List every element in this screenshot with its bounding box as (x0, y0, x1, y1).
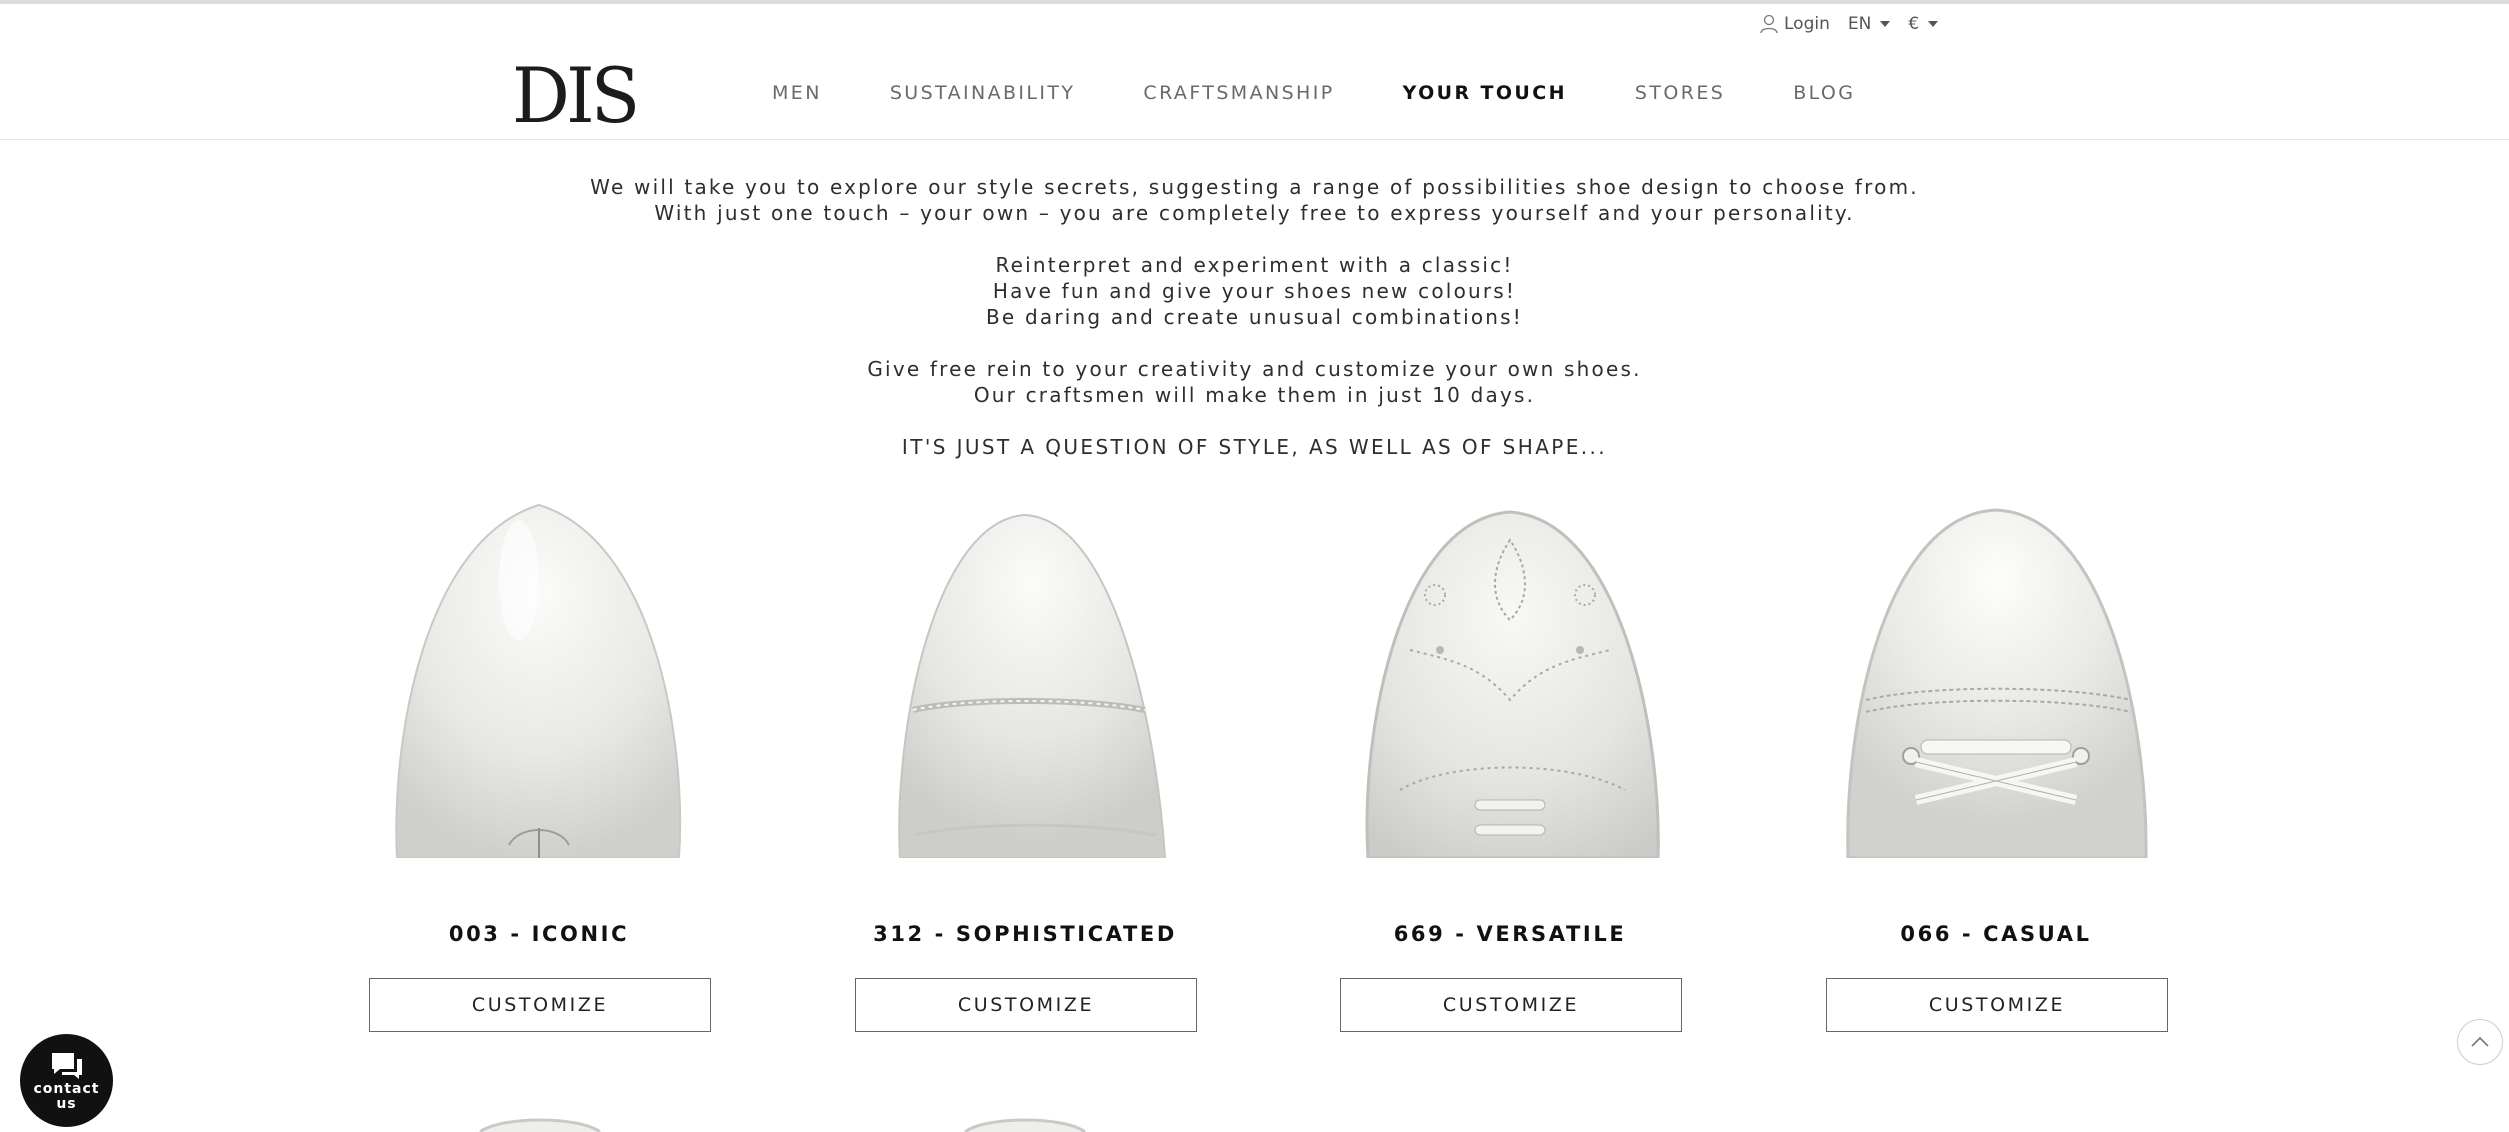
chevron-up-icon (2471, 1036, 2489, 1047)
nav-item-sustainability[interactable]: SUSTAINABILITY (890, 82, 1076, 104)
language-value: EN (1847, 14, 1872, 34)
tagline: IT'S JUST A QUESTION OF STYLE, AS WELL A… (901, 435, 1608, 459)
intro-line: Reinterpret and experiment with a classi… (995, 253, 1514, 277)
shoe-image (395, 503, 682, 858)
chevron-down-icon (1928, 21, 1939, 27)
next-row-shoe-peek (955, 1112, 1095, 1132)
intro-line: We will take you to explore our style se… (590, 175, 1919, 199)
customize-button[interactable]: CUSTOMIZE (369, 978, 711, 1032)
intro-paragraph-3: Give free rein to your creativity and cu… (0, 356, 2509, 408)
shoe-image (1365, 510, 1660, 858)
site-header: DIS MEN SUSTAINABILITY CRAFTSMANSHIP YOU… (0, 40, 2509, 140)
customize-button[interactable]: CUSTOMIZE (855, 978, 1197, 1032)
nav-item-your-touch[interactable]: YOUR TOUCH (1403, 82, 1567, 104)
currency-selector[interactable]: € (1908, 14, 1939, 34)
brand-logo[interactable]: DIS (512, 58, 640, 134)
intro-line: Our craftsmen will make them in just 10 … (973, 383, 1536, 407)
contact-us-button[interactable]: contact us (20, 1034, 113, 1127)
login-label: Login (1784, 14, 1830, 34)
intro-paragraph-2: Reinterpret and experiment with a classi… (0, 252, 2509, 330)
nav-item-craftsmanship[interactable]: CRAFTSMANSHIP (1143, 82, 1334, 104)
shoe-image (898, 513, 1167, 858)
currency-value: € (1908, 14, 1920, 34)
product-title: 003 - ICONIC (448, 922, 630, 946)
shoe-image (479, 1118, 601, 1132)
shoe-image-versatile[interactable] (1340, 500, 1680, 858)
intro-paragraph-1: We will take you to explore our style se… (0, 174, 2509, 226)
back-to-top-button[interactable] (2457, 1019, 2503, 1065)
contact-label: contact (33, 1080, 100, 1097)
login-link[interactable]: Login (1760, 14, 1830, 34)
customize-button[interactable]: CUSTOMIZE (1340, 978, 1682, 1032)
shoe-image-iconic[interactable] (369, 500, 709, 858)
chevron-down-icon (1880, 21, 1891, 27)
user-icon (1760, 14, 1778, 34)
customize-button[interactable]: CUSTOMIZE (1826, 978, 2168, 1032)
product-title: 669 - VERSATILE (1393, 922, 1627, 946)
main-nav: MEN SUSTAINABILITY CRAFTSMANSHIP YOUR TO… (772, 82, 1855, 104)
shoe-image (1846, 508, 2148, 858)
intro-line: Give free rein to your creativity and cu… (867, 357, 1642, 381)
contact-label: us (56, 1095, 77, 1112)
next-row-shoe-peek (470, 1112, 610, 1132)
chat-icon (51, 1052, 82, 1079)
intro-line: Be daring and create unusual combination… (985, 305, 1523, 329)
nav-item-stores[interactable]: STORES (1635, 82, 1725, 104)
intro-line: Have fun and give your shoes new colours… (992, 279, 1517, 303)
language-selector[interactable]: EN (1847, 14, 1891, 34)
product-title: 312 - SOPHISTICATED (873, 922, 1177, 946)
product-title: 066 - CASUAL (1900, 922, 2092, 946)
nav-item-blog[interactable]: BLOG (1793, 82, 1855, 104)
shoe-image (964, 1118, 1086, 1132)
shoe-image-casual[interactable] (1826, 500, 2166, 858)
utility-bar: Login EN € (1760, 12, 1939, 36)
intro-line: With just one touch – your own – you are… (654, 201, 1855, 225)
nav-item-men[interactable]: MEN (772, 82, 822, 104)
intro-text: We will take you to explore our style se… (0, 174, 2509, 486)
top-rule (0, 0, 2509, 4)
shoe-image-sophisticated[interactable] (855, 500, 1195, 858)
